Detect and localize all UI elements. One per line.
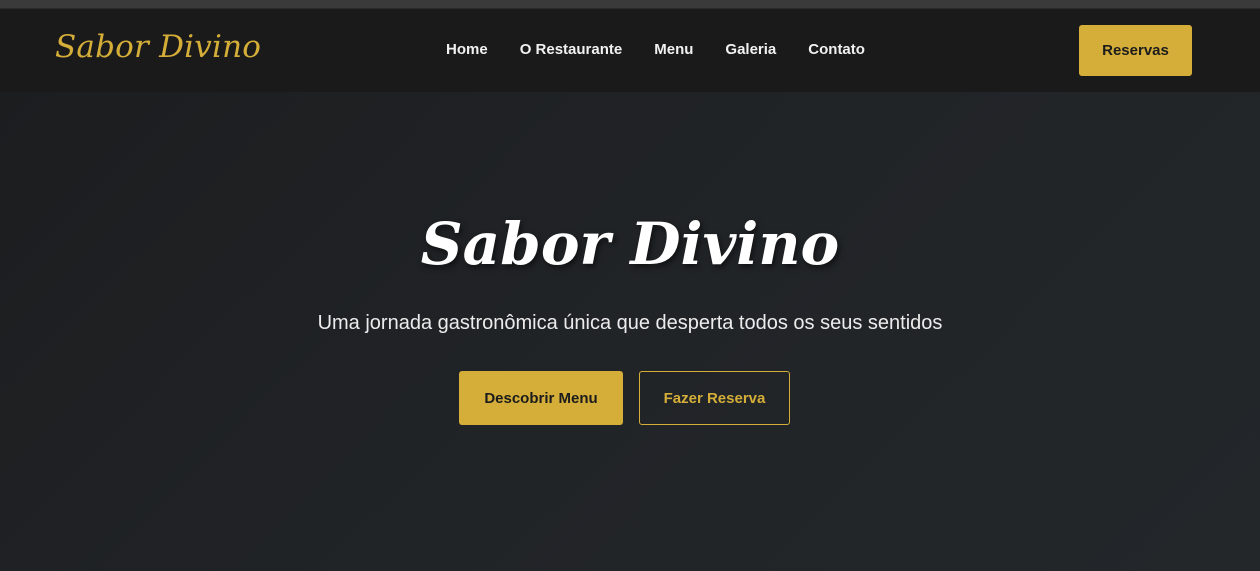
hero-section: Sabor Divino Uma jornada gastronômica ún… [0,92,1260,571]
hero-subtitle: Uma jornada gastronômica única que despe… [317,312,943,334]
nav-link-home[interactable]: Home [446,41,488,58]
nav-link-contato[interactable]: Contato [808,41,865,58]
nav-link-galeria[interactable]: Galeria [725,41,776,58]
main-nav: Home O Restaurante Menu Galeria Contato [446,41,865,58]
hero-actions: Descobrir Menu Fazer Reserva [459,371,790,425]
nav-link-o-restaurante[interactable]: O Restaurante [520,41,623,58]
browser-top-strip [0,0,1260,9]
descobrir-menu-button[interactable]: Descobrir Menu [459,371,623,425]
fazer-reserva-button[interactable]: Fazer Reserva [639,371,790,425]
navbar: Sabor Divino Home O Restaurante Menu Gal… [0,9,1260,92]
reservas-button[interactable]: Reservas [1079,25,1192,76]
hero-title: Sabor Divino [420,210,840,278]
site-logo[interactable]: Sabor Divino [55,29,261,65]
nav-link-menu[interactable]: Menu [654,41,693,58]
